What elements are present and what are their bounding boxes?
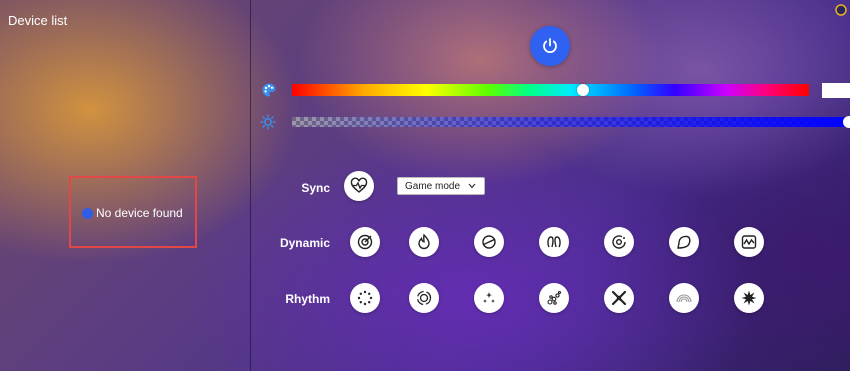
brightness-slider[interactable] — [292, 117, 850, 127]
brightness-icon — [260, 114, 276, 130]
dynamic-effect-7-icon — [741, 235, 757, 249]
device-list-title: Device list — [8, 13, 68, 28]
rhythm-effect-6-icon — [676, 294, 692, 303]
rhythm-label: Rhythm — [285, 292, 330, 306]
app-window: Device list No device found Sync Game mo… — [0, 0, 850, 377]
dynamic-label: Dynamic — [279, 236, 330, 250]
heart-sync-icon — [350, 177, 368, 193]
dynamic-effect-3-icon — [482, 235, 496, 249]
chevron-down-icon — [468, 183, 476, 189]
rhythm-effect-5-icon — [611, 290, 627, 306]
rhythm-effect-2-icon — [416, 290, 432, 306]
rhythm-effect-4-button[interactable] — [539, 283, 569, 313]
power-button[interactable] — [530, 26, 570, 66]
rhythm-effect-7-icon — [741, 290, 757, 306]
dynamic-effect-3-button[interactable] — [474, 227, 504, 257]
dynamic-effect-2-button[interactable] — [409, 227, 439, 257]
rhythm-effect-6-button[interactable] — [669, 283, 699, 313]
hue-slider[interactable] — [292, 84, 809, 96]
color-swatch[interactable] — [822, 83, 850, 98]
rhythm-effect-3-icon — [483, 292, 495, 303]
dynamic-effect-2-icon — [418, 233, 430, 250]
palette-icon — [262, 83, 276, 97]
dynamic-effect-5-button[interactable] — [604, 227, 634, 257]
status-dot-icon — [82, 207, 93, 219]
rhythm-effect-7-button[interactable] — [734, 283, 764, 313]
sync-label: Sync — [301, 181, 330, 195]
hue-slider-thumb[interactable] — [577, 84, 589, 96]
rhythm-effect-5-button[interactable] — [604, 283, 634, 313]
power-icon — [543, 38, 557, 53]
dynamic-effect-5-icon — [612, 235, 626, 249]
sync-mode-value: Game mode — [405, 180, 461, 192]
rhythm-effect-1-icon — [357, 290, 373, 306]
dynamic-effect-6-icon — [677, 235, 691, 249]
brightness-slider-thumb[interactable] — [843, 116, 850, 128]
dynamic-effect-4-icon — [547, 236, 561, 248]
rhythm-effect-3-button[interactable] — [474, 283, 504, 313]
no-device-message: No device found — [82, 206, 183, 220]
rhythm-effect-2-button[interactable] — [409, 283, 439, 313]
dynamic-effect-1-icon — [357, 234, 373, 250]
sync-button[interactable] — [344, 171, 374, 201]
dynamic-effect-1-button[interactable] — [350, 227, 380, 257]
dynamic-effect-6-button[interactable] — [669, 227, 699, 257]
no-device-label: No device found — [96, 206, 183, 220]
sync-mode-select[interactable]: Game mode — [397, 177, 485, 195]
rhythm-effect-4-icon — [547, 290, 562, 305]
corner-settings-icon[interactable] — [835, 4, 847, 16]
device-list-panel: Device list No device found — [0, 0, 250, 377]
dynamic-effect-7-button[interactable] — [734, 227, 764, 257]
rhythm-effect-1-button[interactable] — [350, 283, 380, 313]
dynamic-effect-4-button[interactable] — [539, 227, 569, 257]
